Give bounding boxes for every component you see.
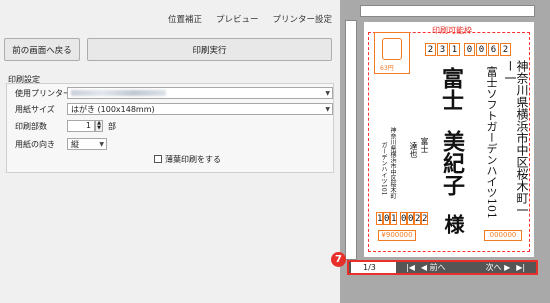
ruler-left (345, 20, 357, 260)
zip-digit: 2 (414, 212, 421, 225)
menu-position-adjust[interactable]: 位置補正 (168, 13, 202, 25)
address-line2: 富士ソフトガーデンハイツ101 (485, 66, 498, 219)
postcard-preview: 印刷可能枠 63円 2310062 神奈川県横浜市中区桜木町一ー一 富士ソフトガ… (364, 22, 534, 257)
stamp-image (382, 38, 402, 60)
copies-unit: 部 (108, 122, 116, 131)
next-label: 次へ (485, 263, 502, 272)
printer-select[interactable]: ▼ (67, 87, 333, 99)
prev-label: 前へ (429, 263, 446, 272)
menu-printer-settings[interactable]: プリンター設定 (272, 13, 332, 25)
sender-name2: 達也 (409, 142, 418, 158)
recipient-surname: 富士 (438, 67, 464, 111)
chevron-down-icon: ▼ (99, 141, 104, 148)
zip-digit: 0 (476, 43, 487, 56)
thin-paper-checkbox[interactable] (154, 155, 162, 163)
preview-pane: 印刷可能枠 63円 2310062 神奈川県横浜市中区桜木町一ー一 富士ソフトガ… (340, 0, 550, 303)
step-badge: 7 (331, 252, 346, 267)
next-button[interactable]: 次へ ▶ (486, 262, 511, 273)
print-settings-group: 印刷設定 使用プリンター ▼ 用紙サイズ はがき (100x148mm) ▼ 印… (2, 72, 336, 173)
stamp-price: 63円 (380, 65, 394, 72)
recipient-given: 美紀子 (439, 130, 465, 196)
sender-name1: 富士 (420, 137, 429, 153)
paper-size-select[interactable]: はがき (100x148mm) ▼ (67, 103, 333, 115)
printer-label: 使用プリンター (15, 89, 71, 98)
zip-digit: 2 (500, 43, 511, 56)
ruler-top (360, 5, 535, 17)
menu-preview[interactable]: プレビュー (216, 13, 259, 25)
zip-digit: 1 (390, 212, 397, 225)
thin-paper-label: 薄葉印刷をする (165, 155, 221, 164)
back-button[interactable]: 前の画面へ戻る (4, 38, 80, 61)
printer-name-blurred (71, 90, 166, 96)
page-indicator: 1/3 (351, 262, 396, 273)
paper-size-label: 用紙サイズ (15, 105, 55, 114)
sender-addr1: 神奈川県横浜市中区桜木町 (389, 127, 396, 199)
chevron-down-icon: ▼ (325, 106, 330, 113)
settings-box: 使用プリンター ▼ 用紙サイズ はがき (100x148mm) ▼ 印刷部数 1… (6, 83, 334, 173)
honorific: 様 (441, 214, 465, 234)
lottery-right: 000000 (484, 230, 522, 241)
lottery-left: ¥900000 (378, 230, 416, 241)
orientation-value: 縦 (71, 139, 79, 149)
orientation-select[interactable]: 縦 ▼ (67, 138, 107, 150)
chevron-down-icon: ▼ (325, 90, 330, 97)
zip-digit: 0 (400, 212, 407, 225)
first-page-icon[interactable]: |◀ (406, 263, 415, 272)
zip-digit: 3 (437, 43, 448, 56)
zip-digit: 2 (421, 212, 428, 225)
copies-label: 印刷部数 (15, 122, 47, 131)
zip-digit: 6 (488, 43, 499, 56)
paper-size-value: はがき (100x148mm) (71, 104, 155, 114)
print-button[interactable]: 印刷実行 (87, 38, 332, 61)
last-page-icon[interactable]: ▶| (516, 263, 525, 272)
zip-digit: 1 (449, 43, 460, 56)
orientation-label: 用紙の向き (15, 140, 55, 149)
address-line1: 神奈川県横浜市中区桜木町一ー一 (503, 60, 529, 216)
printable-label: 印刷可能枠 (432, 26, 472, 35)
zip-digit: 2 (425, 43, 436, 56)
top-menu: 位置補正 プレビュー プリンター設定 (168, 13, 332, 25)
page-navigation: 1/3 |◀ ◀ 前へ 次へ ▶ ▶| (347, 260, 538, 275)
copies-input[interactable]: 1 (67, 120, 95, 132)
copies-stepper[interactable]: ▲ ▼ (95, 120, 103, 132)
stamp: 63円 (374, 32, 410, 74)
settings-panel: 位置補正 プレビュー プリンター設定 前の画面へ戻る 印刷実行 印刷設定 使用プ… (0, 0, 340, 303)
zip-digit: 0 (407, 212, 414, 225)
zip-digit: 0 (464, 43, 475, 56)
zip-digit: 0 (383, 212, 390, 225)
zip-digit: 1 (376, 212, 383, 225)
prev-button[interactable]: ◀ 前へ (421, 262, 446, 273)
